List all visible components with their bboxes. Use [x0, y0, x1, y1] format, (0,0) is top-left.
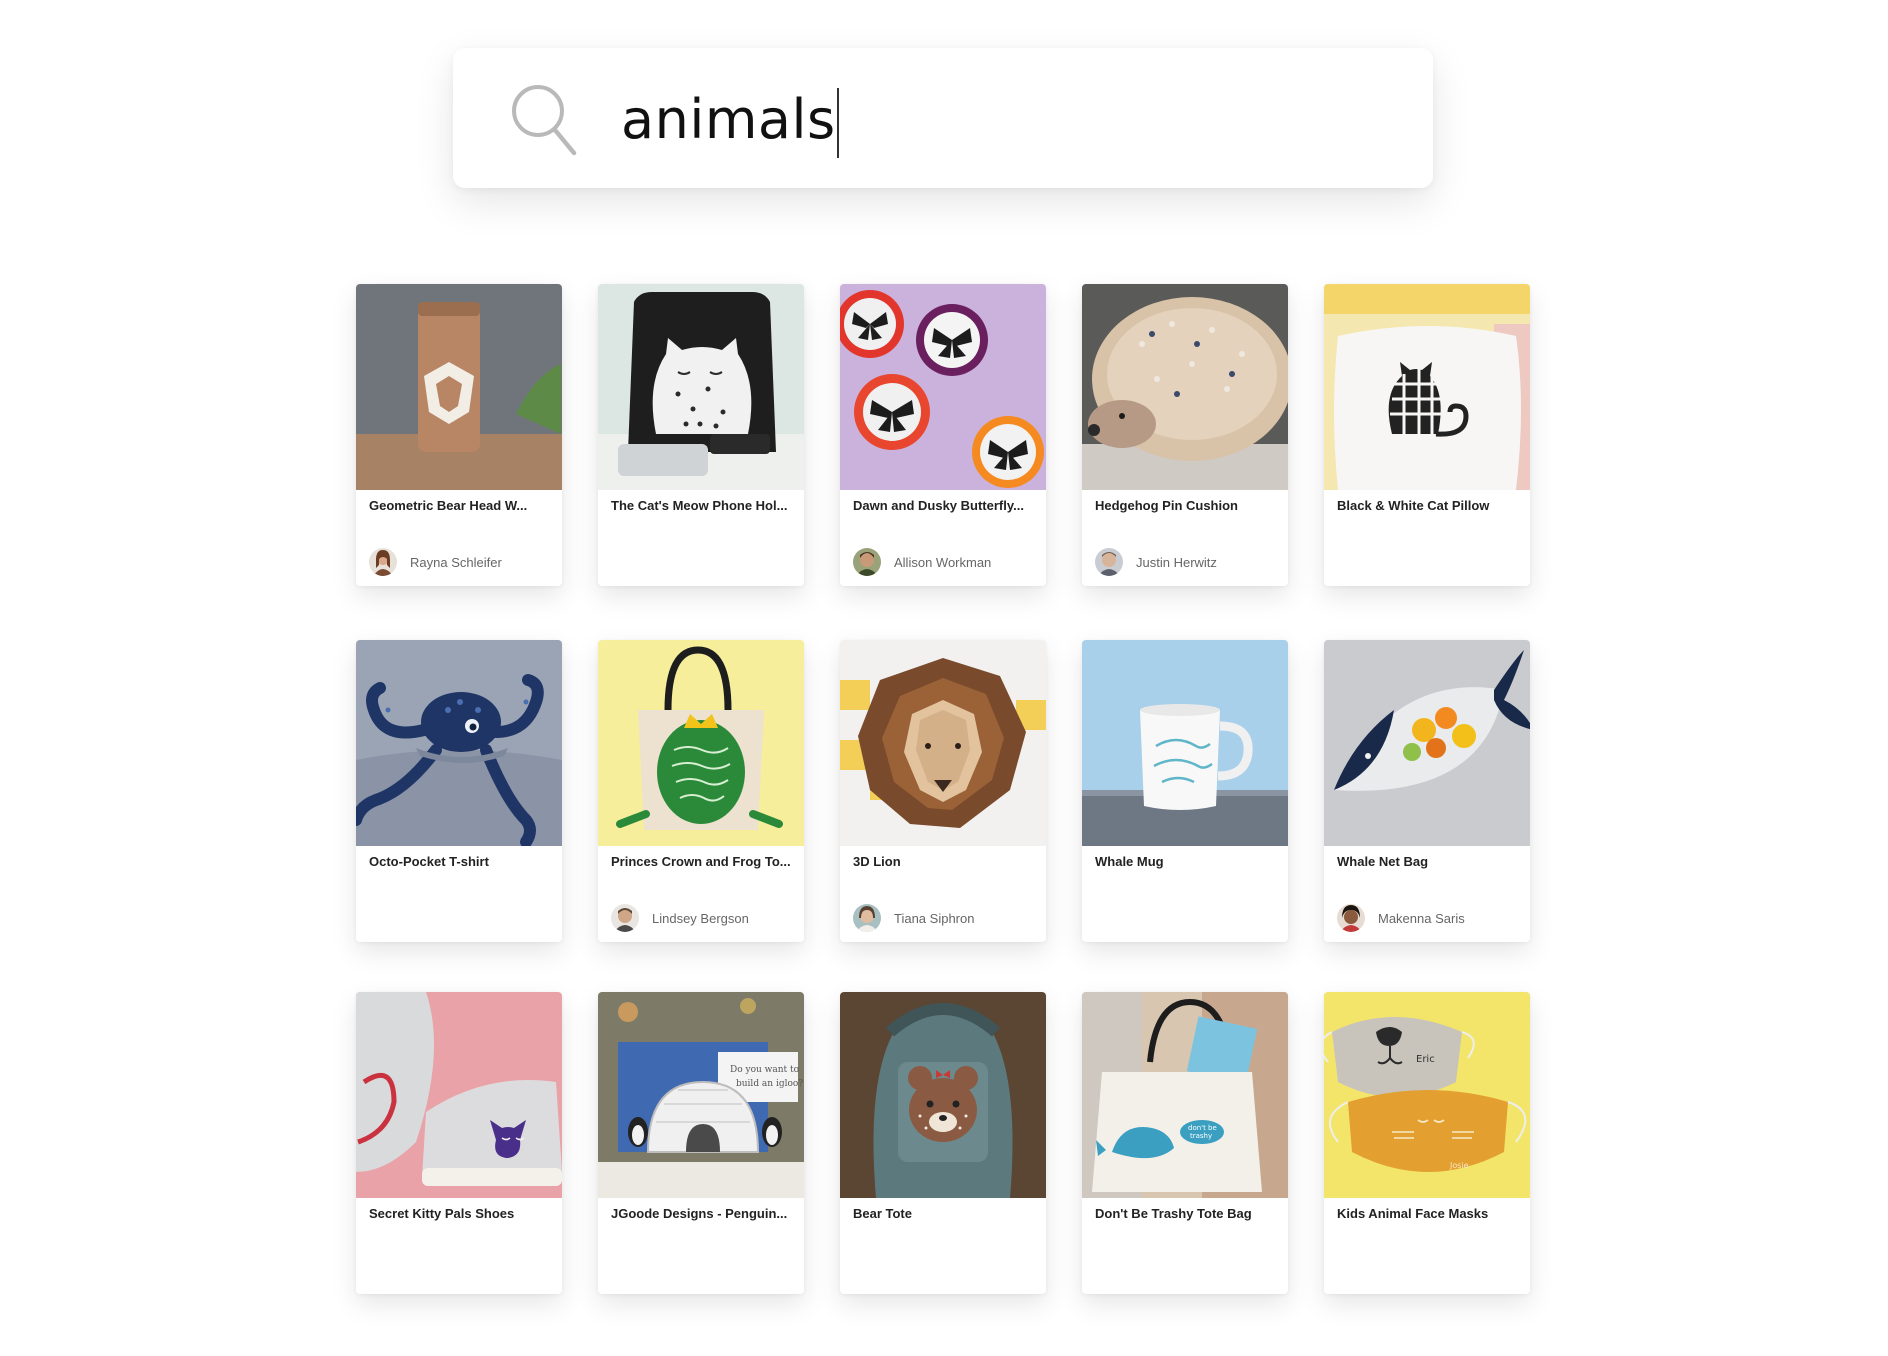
text-caret: [836, 88, 839, 159]
author-name: Makenna Saris: [1378, 910, 1465, 926]
avatar: [369, 548, 397, 576]
project-card-kids-animal-face-masks[interactable]: Eric Josie Kids Animal Face Masks: [1324, 992, 1530, 1294]
project-card-secret-kitty-pals-shoes[interactable]: Secret Kitty Pals Shoes: [356, 992, 562, 1294]
project-card-whale-net-bag[interactable]: Whale Net Bag Makenna Saris: [1324, 640, 1530, 942]
whale-mug-image[interactable]: [1082, 640, 1288, 846]
project-card-princes-crown-frog-tote[interactable]: Princes Crown and Frog To... Lindsey Ber…: [598, 640, 804, 942]
project-title[interactable]: Dawn and Dusky Butterfly...: [853, 498, 1039, 513]
search-input[interactable]: animals: [621, 78, 839, 162]
search-query-text: animals: [621, 88, 836, 151]
search-icon[interactable]: [508, 81, 578, 157]
face-masks-image[interactable]: Eric Josie: [1324, 992, 1530, 1198]
hedgehog-image[interactable]: [1082, 284, 1288, 490]
cat-phone-holder-image[interactable]: [598, 284, 804, 490]
project-title[interactable]: JGoode Designs - Penguin...: [611, 1206, 797, 1221]
project-title[interactable]: Geometric Bear Head W...: [369, 498, 555, 513]
kitty-shoes-image[interactable]: [356, 992, 562, 1198]
project-title[interactable]: Princes Crown and Frog To...: [611, 854, 797, 869]
project-author[interactable]: Justin Herwitz: [1095, 548, 1217, 576]
project-title[interactable]: Whale Net Bag: [1337, 854, 1523, 869]
svg-text:Do you want to: Do you want to: [730, 1065, 799, 1075]
project-title[interactable]: Black & White Cat Pillow: [1337, 498, 1523, 513]
svg-text:build an igloo?: build an igloo?: [736, 1079, 803, 1089]
lion-image[interactable]: [840, 640, 1046, 846]
project-card-whale-mug[interactable]: Whale Mug: [1082, 640, 1288, 942]
octopus-shirt-image[interactable]: [356, 640, 562, 846]
project-grid: Geometric Bear Head W... Rayna Schleifer…: [356, 284, 1530, 1294]
project-title[interactable]: Don't Be Trashy Tote Bag: [1095, 1206, 1281, 1221]
project-card-dawn-dusky-butterfly[interactable]: Dawn and Dusky Butterfly... Allison Work…: [840, 284, 1046, 586]
svg-text:Eric: Eric: [1416, 1054, 1435, 1065]
project-card-cats-meow-phone-holder[interactable]: The Cat's Meow Phone Hol...: [598, 284, 804, 586]
svg-text:Josie: Josie: [1449, 1161, 1469, 1170]
project-author[interactable]: Allison Workman: [853, 548, 991, 576]
project-card-black-white-cat-pillow[interactable]: Black & White Cat Pillow: [1324, 284, 1530, 586]
project-card-bear-tote[interactable]: Bear Tote: [840, 992, 1046, 1294]
project-author[interactable]: Rayna Schleifer: [369, 548, 502, 576]
project-card-octo-pocket-tshirt[interactable]: Octo-Pocket T-shirt: [356, 640, 562, 942]
project-title[interactable]: Bear Tote: [853, 1206, 1039, 1221]
project-card-hedgehog-pin-cushion[interactable]: Hedgehog Pin Cushion Justin Herwitz: [1082, 284, 1288, 586]
trashy-tote-image[interactable]: don't be trashy: [1082, 992, 1288, 1198]
svg-text:don't be: don't be: [1188, 1124, 1217, 1132]
author-name: Tiana Siphron: [894, 910, 975, 926]
project-card-dont-be-trashy-tote[interactable]: don't be trashy Don't Be Trashy Tote Bag: [1082, 992, 1288, 1294]
avatar: [853, 904, 881, 932]
avatar: [611, 904, 639, 932]
cat-pillow-image[interactable]: [1324, 284, 1530, 490]
project-title[interactable]: Hedgehog Pin Cushion: [1095, 498, 1281, 513]
project-title[interactable]: Secret Kitty Pals Shoes: [369, 1206, 555, 1221]
bear-backpack-image[interactable]: [840, 992, 1046, 1198]
svg-text:trashy: trashy: [1190, 1132, 1212, 1140]
author-name: Rayna Schleifer: [410, 554, 502, 570]
butterfly-magnets-image[interactable]: [840, 284, 1046, 490]
project-card-jgoode-designs-penguin[interactable]: Do you want to build an igloo? JGoode De…: [598, 992, 804, 1294]
author-name: Justin Herwitz: [1136, 554, 1217, 570]
project-title[interactable]: The Cat's Meow Phone Hol...: [611, 498, 797, 513]
avatar: [1337, 904, 1365, 932]
project-card-geometric-bear-head[interactable]: Geometric Bear Head W... Rayna Schleifer: [356, 284, 562, 586]
project-title[interactable]: Kids Animal Face Masks: [1337, 1206, 1523, 1221]
project-author[interactable]: Makenna Saris: [1337, 904, 1465, 932]
penguin-igloo-card-image[interactable]: Do you want to build an igloo?: [598, 992, 804, 1198]
project-title[interactable]: 3D Lion: [853, 854, 1039, 869]
frog-tote-image[interactable]: [598, 640, 804, 846]
author-name: Allison Workman: [894, 554, 992, 570]
author-name: Lindsey Bergson: [652, 910, 749, 926]
search-bar[interactable]: animals: [453, 48, 1433, 188]
project-author[interactable]: Tiana Siphron: [853, 904, 974, 932]
whale-net-bag-image[interactable]: [1324, 640, 1530, 846]
bear-bottle-image[interactable]: [356, 284, 562, 490]
project-title[interactable]: Whale Mug: [1095, 854, 1281, 869]
project-author[interactable]: Lindsey Bergson: [611, 904, 749, 932]
avatar: [1095, 548, 1123, 576]
project-card-3d-lion[interactable]: 3D Lion Tiana Siphron: [840, 640, 1046, 942]
avatar: [853, 548, 881, 576]
project-title[interactable]: Octo-Pocket T-shirt: [369, 854, 555, 869]
